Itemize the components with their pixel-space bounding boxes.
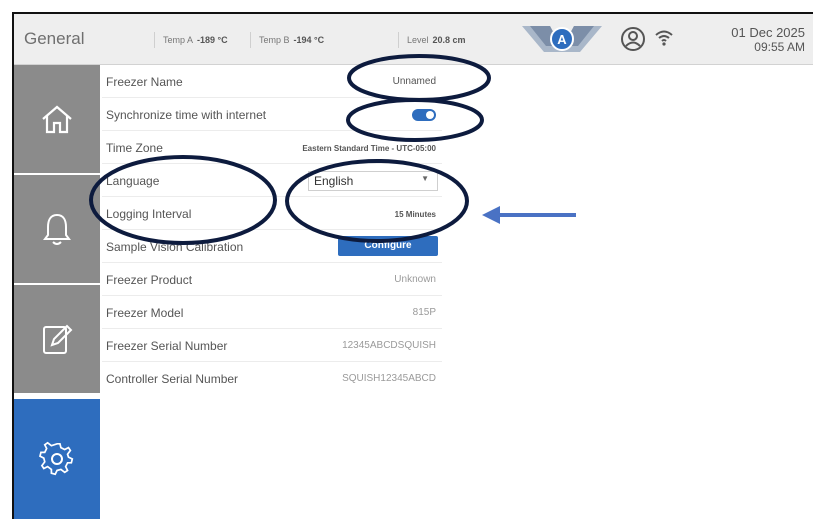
controller-serial-value: SQUISH12345ABCD	[342, 373, 436, 384]
logging-interval-value[interactable]: 15 Minutes	[395, 210, 436, 219]
sidebar-item-alarms[interactable]	[14, 175, 100, 285]
bell-icon	[43, 213, 71, 245]
calibration-row: Sample Vision Calibration Configure	[102, 231, 442, 263]
timezone-value[interactable]: Eastern Standard Time - UTC-05:00	[302, 144, 436, 153]
badge-letter: A	[557, 32, 567, 47]
temp-a-value: -189 °C	[197, 35, 228, 45]
configure-button[interactable]: Configure	[338, 236, 438, 256]
controller-serial-label: Controller Serial Number	[106, 372, 239, 386]
sync-time-label: Synchronize time with internet	[106, 108, 267, 122]
freezer-name-value[interactable]: Unnamed	[393, 76, 436, 87]
date-text: 01 Dec 2025	[731, 25, 805, 40]
mode-badge[interactable]: A	[520, 22, 604, 56]
sidebar-item-notes[interactable]	[14, 285, 100, 395]
level-readout: Level 20.8 cm	[398, 32, 466, 48]
sidebar	[14, 65, 100, 519]
page-title: General	[24, 29, 85, 48]
language-select[interactable]: English ▼	[308, 171, 438, 191]
temp-b-readout: Temp B -194 °C	[250, 32, 324, 48]
timezone-row[interactable]: Time Zone Eastern Standard Time - UTC-05…	[102, 132, 442, 164]
freezer-model-row: Freezer Model 815P	[102, 297, 442, 329]
datetime-display: 01 Dec 2025 09:55 AM	[731, 25, 805, 55]
sidebar-item-settings[interactable]	[14, 399, 100, 519]
temp-a-readout: Temp A -189 °C	[154, 32, 228, 48]
edit-icon	[43, 324, 73, 354]
sync-time-toggle[interactable]	[412, 109, 436, 121]
freezer-name-row[interactable]: Freezer Name Unnamed	[102, 66, 442, 98]
sidebar-item-home[interactable]	[14, 65, 100, 175]
controller-serial-row: Controller Serial Number SQUISH12345ABCD	[102, 363, 442, 394]
freezer-model-label: Freezer Model	[106, 306, 184, 320]
freezer-product-label: Freezer Product	[106, 273, 193, 287]
status-bar: General Temp A -189 °C Temp B -194 °C Leve…	[14, 14, 813, 65]
temp-b-label: Temp B	[259, 35, 290, 45]
temp-b-value: -194 °C	[293, 35, 325, 45]
freezer-product-row: Freezer Product Unknown	[102, 264, 442, 296]
freezer-product-value: Unknown	[394, 274, 436, 285]
time-text: 09:55 AM	[754, 40, 805, 54]
freezer-model-value: 815P	[412, 307, 436, 318]
level-label: Level	[407, 35, 429, 45]
logging-interval-row[interactable]: Logging Interval 15 Minutes	[102, 198, 442, 230]
sync-time-row: Synchronize time with internet	[102, 99, 442, 131]
language-label: Language	[106, 174, 160, 188]
language-row: Language English ▼	[102, 165, 442, 197]
home-icon	[42, 105, 72, 134]
freezer-serial-label: Freezer Serial Number	[106, 339, 228, 353]
freezer-name-label: Freezer Name	[106, 75, 183, 89]
wifi-icon	[654, 29, 674, 52]
user-icon[interactable]	[620, 26, 646, 57]
freezer-serial-row: Freezer Serial Number 12345ABCDSQUISH	[102, 330, 442, 362]
timezone-label: Time Zone	[106, 141, 163, 155]
language-value: English	[314, 174, 354, 188]
calibration-label: Sample Vision Calibration	[106, 240, 244, 254]
chevron-down-icon: ▼	[421, 174, 429, 183]
gear-icon	[39, 441, 74, 476]
app-frame: General Temp A -189 °C Temp B -194 °C Leve…	[12, 12, 813, 519]
logging-interval-label: Logging Interval	[106, 207, 192, 221]
freezer-serial-value: 12345ABCDSQUISH	[342, 340, 436, 351]
temp-a-label: Temp A	[163, 35, 194, 45]
level-value: 20.8 cm	[432, 35, 466, 45]
